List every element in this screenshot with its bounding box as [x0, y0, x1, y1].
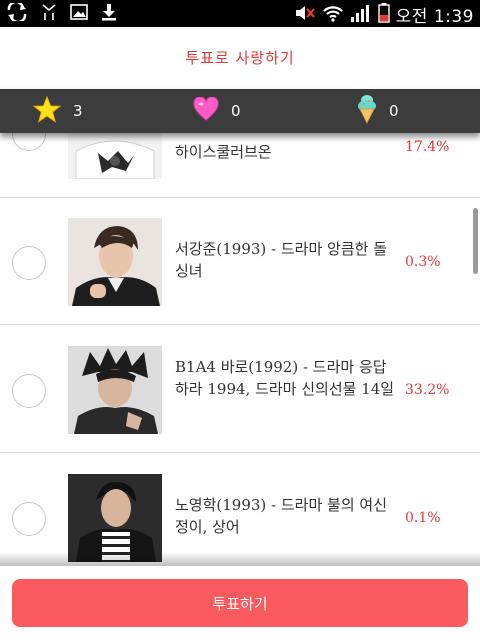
candidate-radio[interactable]: [12, 374, 46, 408]
candidate-name: B1A4 바로(1992) - 드라마 응답하라 1994, 드라마 신의선물 …: [175, 358, 395, 398]
header: 투표로 사랑하기: [0, 27, 480, 89]
candidate-percent: 0.3%: [405, 254, 441, 270]
battery-icon: [377, 2, 390, 27]
ice-cream-icon: [357, 94, 377, 128]
star-stat[interactable]: 3: [32, 89, 83, 133]
candidate-photo: [68, 133, 162, 179]
star-icon: [32, 95, 62, 127]
candidate-row[interactable]: 서강준(1993) - 드라마 앙큼한 돌싱녀 0.3%: [0, 198, 480, 325]
scrollbar[interactable]: [473, 208, 478, 274]
candidate-row[interactable]: 노영학(1993) - 드라마 불의 여신 정이, 상어 0.1%: [0, 454, 480, 563]
star-count: 3: [73, 102, 83, 120]
exo-icon: [40, 3, 58, 21]
candidate-radio[interactable]: [12, 502, 46, 536]
signal-icon: [350, 3, 372, 27]
candidate-name: 노영학(1993) - 드라마 불의 여신 정이, 상어: [175, 496, 388, 536]
clock: 오전 1:39: [395, 7, 474, 27]
candidate-radio[interactable]: [12, 246, 46, 280]
page-title: 투표로 사랑하기: [185, 49, 295, 67]
icecream-count: 0: [389, 102, 399, 120]
wifi-icon: [322, 3, 344, 27]
candidate-radio[interactable]: [12, 133, 46, 151]
stats-bar: 3 0 0: [0, 89, 480, 133]
candidate-percent: 0.1%: [405, 510, 441, 526]
candidate-photo: [68, 218, 162, 306]
candidate-name: 서강준(1993) - 드라마 앙큼한 돌싱녀: [175, 240, 388, 280]
candidate-name: 하이스쿨러브온: [175, 143, 272, 161]
heart-icon: [193, 96, 219, 125]
list-bottom-shadow: [0, 552, 480, 566]
vote-button[interactable]: 투표하기: [12, 579, 468, 627]
candidate-photo: [68, 474, 162, 562]
icecream-stat[interactable]: 0: [357, 89, 399, 133]
candidate-row[interactable]: 하이스쿨러브온 17.4%: [0, 133, 480, 198]
candidate-list[interactable]: 하이스쿨러브온 17.4% 서강준(1993) - 드라마 앙큼한 돌싱녀 0.…: [0, 133, 480, 563]
heart-stat[interactable]: 0: [193, 89, 241, 133]
sync-icon: [6, 3, 28, 21]
candidate-percent: 17.4%: [405, 139, 450, 155]
candidate-row[interactable]: B1A4 바로(1992) - 드라마 응답하라 1994, 드라마 신의선물 …: [0, 326, 480, 453]
mute-icon: [294, 3, 316, 27]
image-icon: [70, 3, 88, 21]
footer: 투표하기: [0, 566, 480, 640]
download-icon: [100, 3, 118, 21]
status-bar: 오전 1:39: [0, 0, 480, 27]
heart-count: 0: [231, 102, 241, 120]
candidate-photo: [68, 346, 162, 434]
candidate-percent: 33.2%: [405, 382, 450, 398]
